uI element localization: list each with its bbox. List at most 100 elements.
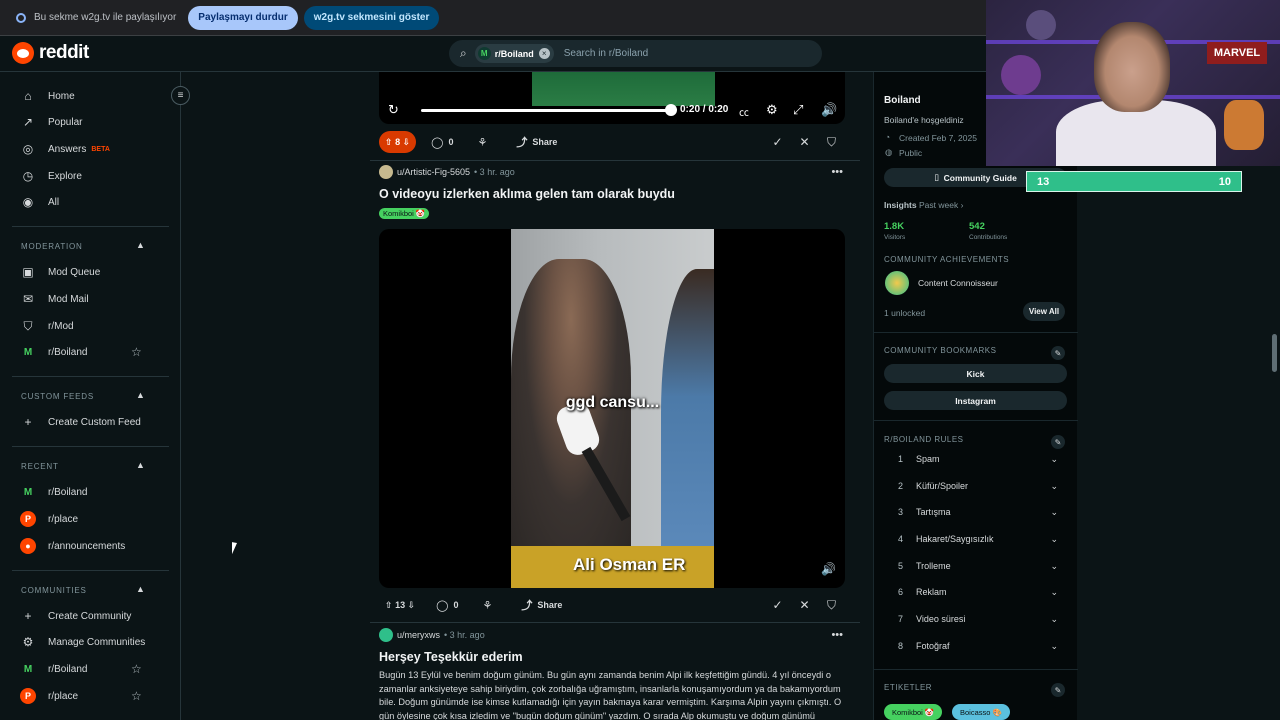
show-tab-button[interactable]: w2g.tv sekmesini göster <box>303 5 440 30</box>
comments-button[interactable]: ◯ 0 <box>422 131 462 153</box>
shield-icon: ⛉ <box>23 318 33 333</box>
create-community[interactable]: + Create Community <box>20 604 131 628</box>
share-button[interactable]: ⤴ Share <box>512 594 571 616</box>
nav-mod-queue[interactable]: ▣ Mod Queue <box>20 260 100 284</box>
edit-pencil-icon[interactable]: ✎ <box>1051 346 1065 360</box>
rule-item[interactable]: 4 Hakaret/Saygısızlık ⌄ <box>898 534 1058 548</box>
more-options-icon[interactable]: ••• <box>831 629 843 641</box>
downvote-icon[interactable]: ⇩ <box>408 600 416 611</box>
post-separator <box>370 160 860 161</box>
nav-all[interactable]: ◉ All <box>20 190 59 214</box>
vote-control[interactable]: ⇧ 13 ⇩ <box>379 594 421 616</box>
nav-explore[interactable]: ◷ Explore <box>20 164 82 188</box>
community-place[interactable]: Pr/place <box>20 684 78 708</box>
post-flair[interactable]: Komikboi 🤡 <box>379 208 430 219</box>
favorite-star-icon[interactable]: ☆ <box>131 689 142 703</box>
rule-item[interactable]: 1 Spam ⌄ <box>898 454 1058 468</box>
nav-answers[interactable]: ◎ Answers BETA <box>20 137 110 161</box>
communities-header[interactable]: COMMUNITIES <box>21 586 87 595</box>
nav-r-mod[interactable]: ⛉ r/Mod <box>20 314 73 338</box>
create-custom-feed[interactable]: + Create Custom Feed <box>20 410 140 434</box>
replay-icon[interactable]: ↻ <box>388 102 399 118</box>
search-community-chip[interactable]: M r/Boiland × <box>474 44 554 63</box>
nav-mod-mail[interactable]: ✉ Mod Mail <box>20 287 89 311</box>
nav-home[interactable]: ⌂ Home <box>20 84 74 108</box>
award-button[interactable]: ⚘ <box>473 594 506 616</box>
post-author[interactable]: u/Artistic-Fig-5605 <box>397 167 470 177</box>
moderation-header[interactable]: MODERATION <box>21 242 83 251</box>
post-title[interactable]: Herşey Teşekkür ederim <box>379 650 523 664</box>
nav-popular[interactable]: ↗ Popular <box>20 110 83 134</box>
award-button[interactable]: ⚘ <box>468 131 501 153</box>
bookmark-kick-button[interactable]: Kick <box>884 364 1067 383</box>
edit-pencil-icon[interactable]: ✎ <box>1051 435 1065 449</box>
recent-announcements[interactable]: ● r/announcements <box>20 534 125 558</box>
rule-item[interactable]: 2 Küfür/Spoiler ⌄ <box>898 481 1058 495</box>
rule-item[interactable]: 7 Video süresi ⌄ <box>898 614 1058 628</box>
post-author[interactable]: u/meryxws <box>397 630 440 640</box>
downvote-icon[interactable]: ⇩ <box>403 137 411 148</box>
upvote-icon[interactable]: ⇧ <box>385 600 393 611</box>
bookmark-instagram-button[interactable]: Instagram <box>884 391 1067 410</box>
user-avatar[interactable] <box>379 165 393 179</box>
search-input[interactable]: Search in r/Boiland <box>564 48 649 59</box>
settings-gear-icon[interactable]: ⚙ <box>766 102 778 118</box>
chevron-up-icon[interactable]: ▲ <box>136 390 145 400</box>
collapse-nav-button[interactable]: ≡ <box>171 86 190 105</box>
vote-control[interactable]: ⇧ 8 ⇩ <box>379 131 417 153</box>
recent-place[interactable]: Pr/place <box>20 507 78 531</box>
chevron-down-icon: ⌄ <box>1050 481 1058 491</box>
community-description: Boiland'e hoşgeldiniz <box>884 115 964 125</box>
rule-item[interactable]: 8 Fotoğraf ⌄ <box>898 641 1058 655</box>
recent-header[interactable]: RECENT <box>21 462 59 471</box>
custom-feeds-header[interactable]: CUSTOM FEEDS <box>21 392 94 401</box>
approve-check-icon[interactable]: ✓ <box>764 135 791 150</box>
clear-chip-icon[interactable]: × <box>538 48 550 59</box>
volume-icon[interactable]: 🔊 <box>821 102 837 118</box>
view-all-button[interactable]: View All <box>1023 302 1065 321</box>
video-controls: ↻ 0:20 / 0:20 ㏄ ⚙ ⤢ 🔊 <box>379 100 845 122</box>
stop-sharing-button[interactable]: Paylaşmayı durdur <box>188 5 298 30</box>
mod-shield-icon[interactable]: ⛉ <box>818 598 845 613</box>
comments-button[interactable]: ◯ 0 <box>427 594 467 616</box>
fullscreen-icon[interactable]: ⤢ <box>793 102 803 118</box>
community-boiland[interactable]: Mr/Boiland <box>20 657 88 681</box>
chip-label: r/Boiland <box>494 48 534 59</box>
share-button[interactable]: ⤴ Share <box>507 131 566 153</box>
captions-icon[interactable]: ㏄ <box>739 104 749 119</box>
nav-r-boiland[interactable]: Mr/Boiland <box>20 340 88 364</box>
chevron-up-icon[interactable]: ▲ <box>136 584 145 594</box>
favorite-star-icon[interactable]: ☆ <box>131 345 142 359</box>
rule-item[interactable]: 5 Trolleme ⌄ <box>898 561 1058 575</box>
post-title[interactable]: O videoyu izlerken aklıma gelen tam olar… <box>379 187 675 201</box>
globe-icon: ◍ <box>885 147 893 157</box>
video-progress-track[interactable] <box>421 109 671 112</box>
favorite-star-icon[interactable]: ☆ <box>131 662 142 676</box>
video-progress-knob[interactable] <box>665 104 677 116</box>
edit-pencil-icon[interactable]: ✎ <box>1051 683 1065 697</box>
volume-icon[interactable]: 🔊 <box>821 562 836 576</box>
community-icon: M <box>477 47 491 60</box>
rule-item[interactable]: 6 Reklam ⌄ <box>898 587 1058 601</box>
tag-boicasso[interactable]: Boicasso 🎨 <box>952 704 1010 720</box>
approve-check-icon[interactable]: ✓ <box>764 598 791 613</box>
chevron-up-icon[interactable]: ▲ <box>136 240 145 250</box>
user-avatar[interactable] <box>379 628 393 642</box>
remove-x-icon[interactable]: ✕ <box>791 598 818 613</box>
search-bar[interactable]: ⌕ M r/Boiland × Search in r/Boiland <box>449 40 822 67</box>
upvote-icon[interactable]: ⇧ <box>385 137 393 148</box>
insights-period[interactable]: Past week › <box>919 200 963 210</box>
manage-communities[interactable]: ⚙ Manage Communities <box>20 630 146 654</box>
recent-boiland[interactable]: Mr/Boiland <box>20 480 88 504</box>
video-player[interactable]: ggd cansu... Ali Osman ER 🔊 <box>379 229 845 588</box>
reddit-logo[interactable]: reddit <box>12 42 89 64</box>
rule-item[interactable]: 3 Tartışma ⌄ <box>898 507 1058 521</box>
remove-x-icon[interactable]: ✕ <box>791 135 818 150</box>
chevron-up-icon[interactable]: ▲ <box>136 460 145 470</box>
mod-shield-icon[interactable]: ⛉ <box>818 135 845 150</box>
visitors-value: 1.8K <box>884 221 905 232</box>
achievement-name[interactable]: Content Connoisseur <box>918 278 998 288</box>
page-scrollbar[interactable] <box>1272 334 1277 372</box>
tag-komikboi[interactable]: Komikboi 🤡 <box>884 704 943 720</box>
more-options-icon[interactable]: ••• <box>831 166 843 178</box>
